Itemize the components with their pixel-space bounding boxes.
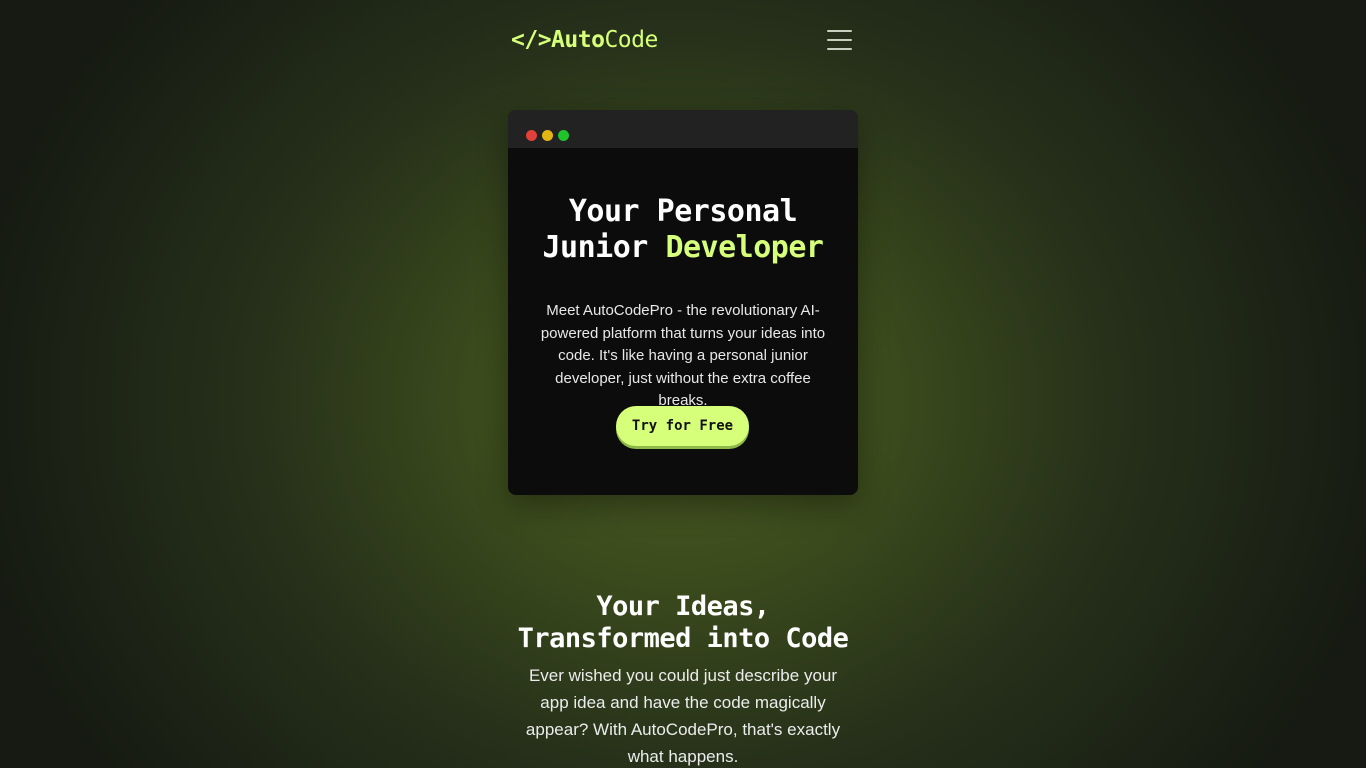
hero-title: Your Personal Junior Developer (508, 194, 858, 266)
section-title: Your Ideas, Transformed into Code (483, 591, 883, 655)
menu-line (827, 48, 852, 50)
hero-title-line2-prefix: Junior (542, 230, 666, 265)
hamburger-menu-icon[interactable] (827, 30, 852, 50)
window-minimize-dot-icon (542, 130, 553, 141)
section-title-line1: Your Ideas, (596, 591, 770, 622)
section-title-line2: Transformed into Code (517, 623, 849, 654)
hero-window-card: Your Personal Junior Developer Meet AutoC… (508, 110, 858, 495)
menu-line (827, 39, 852, 41)
section-description: Ever wished you could just describe your… (525, 666, 841, 766)
hero-description: Meet AutoCodePro - the revolutionary AI-… (540, 302, 826, 409)
logo-code-text: Code (604, 27, 658, 53)
window-maximize-dot-icon (558, 130, 569, 141)
logo-auto-text: Auto (551, 27, 605, 53)
window-title-bar (508, 110, 858, 148)
menu-line (827, 30, 852, 32)
window-close-dot-icon (526, 130, 537, 141)
hero-title-line1: Your Personal (568, 194, 798, 229)
try-for-free-button[interactable]: Try for Free (616, 406, 749, 446)
autocode-logo[interactable]: </>AutoCode (511, 27, 658, 53)
top-nav: </>AutoCode (508, 20, 858, 60)
hero-title-accent: Developer (665, 230, 824, 265)
logo-bracket: </> (511, 27, 552, 53)
